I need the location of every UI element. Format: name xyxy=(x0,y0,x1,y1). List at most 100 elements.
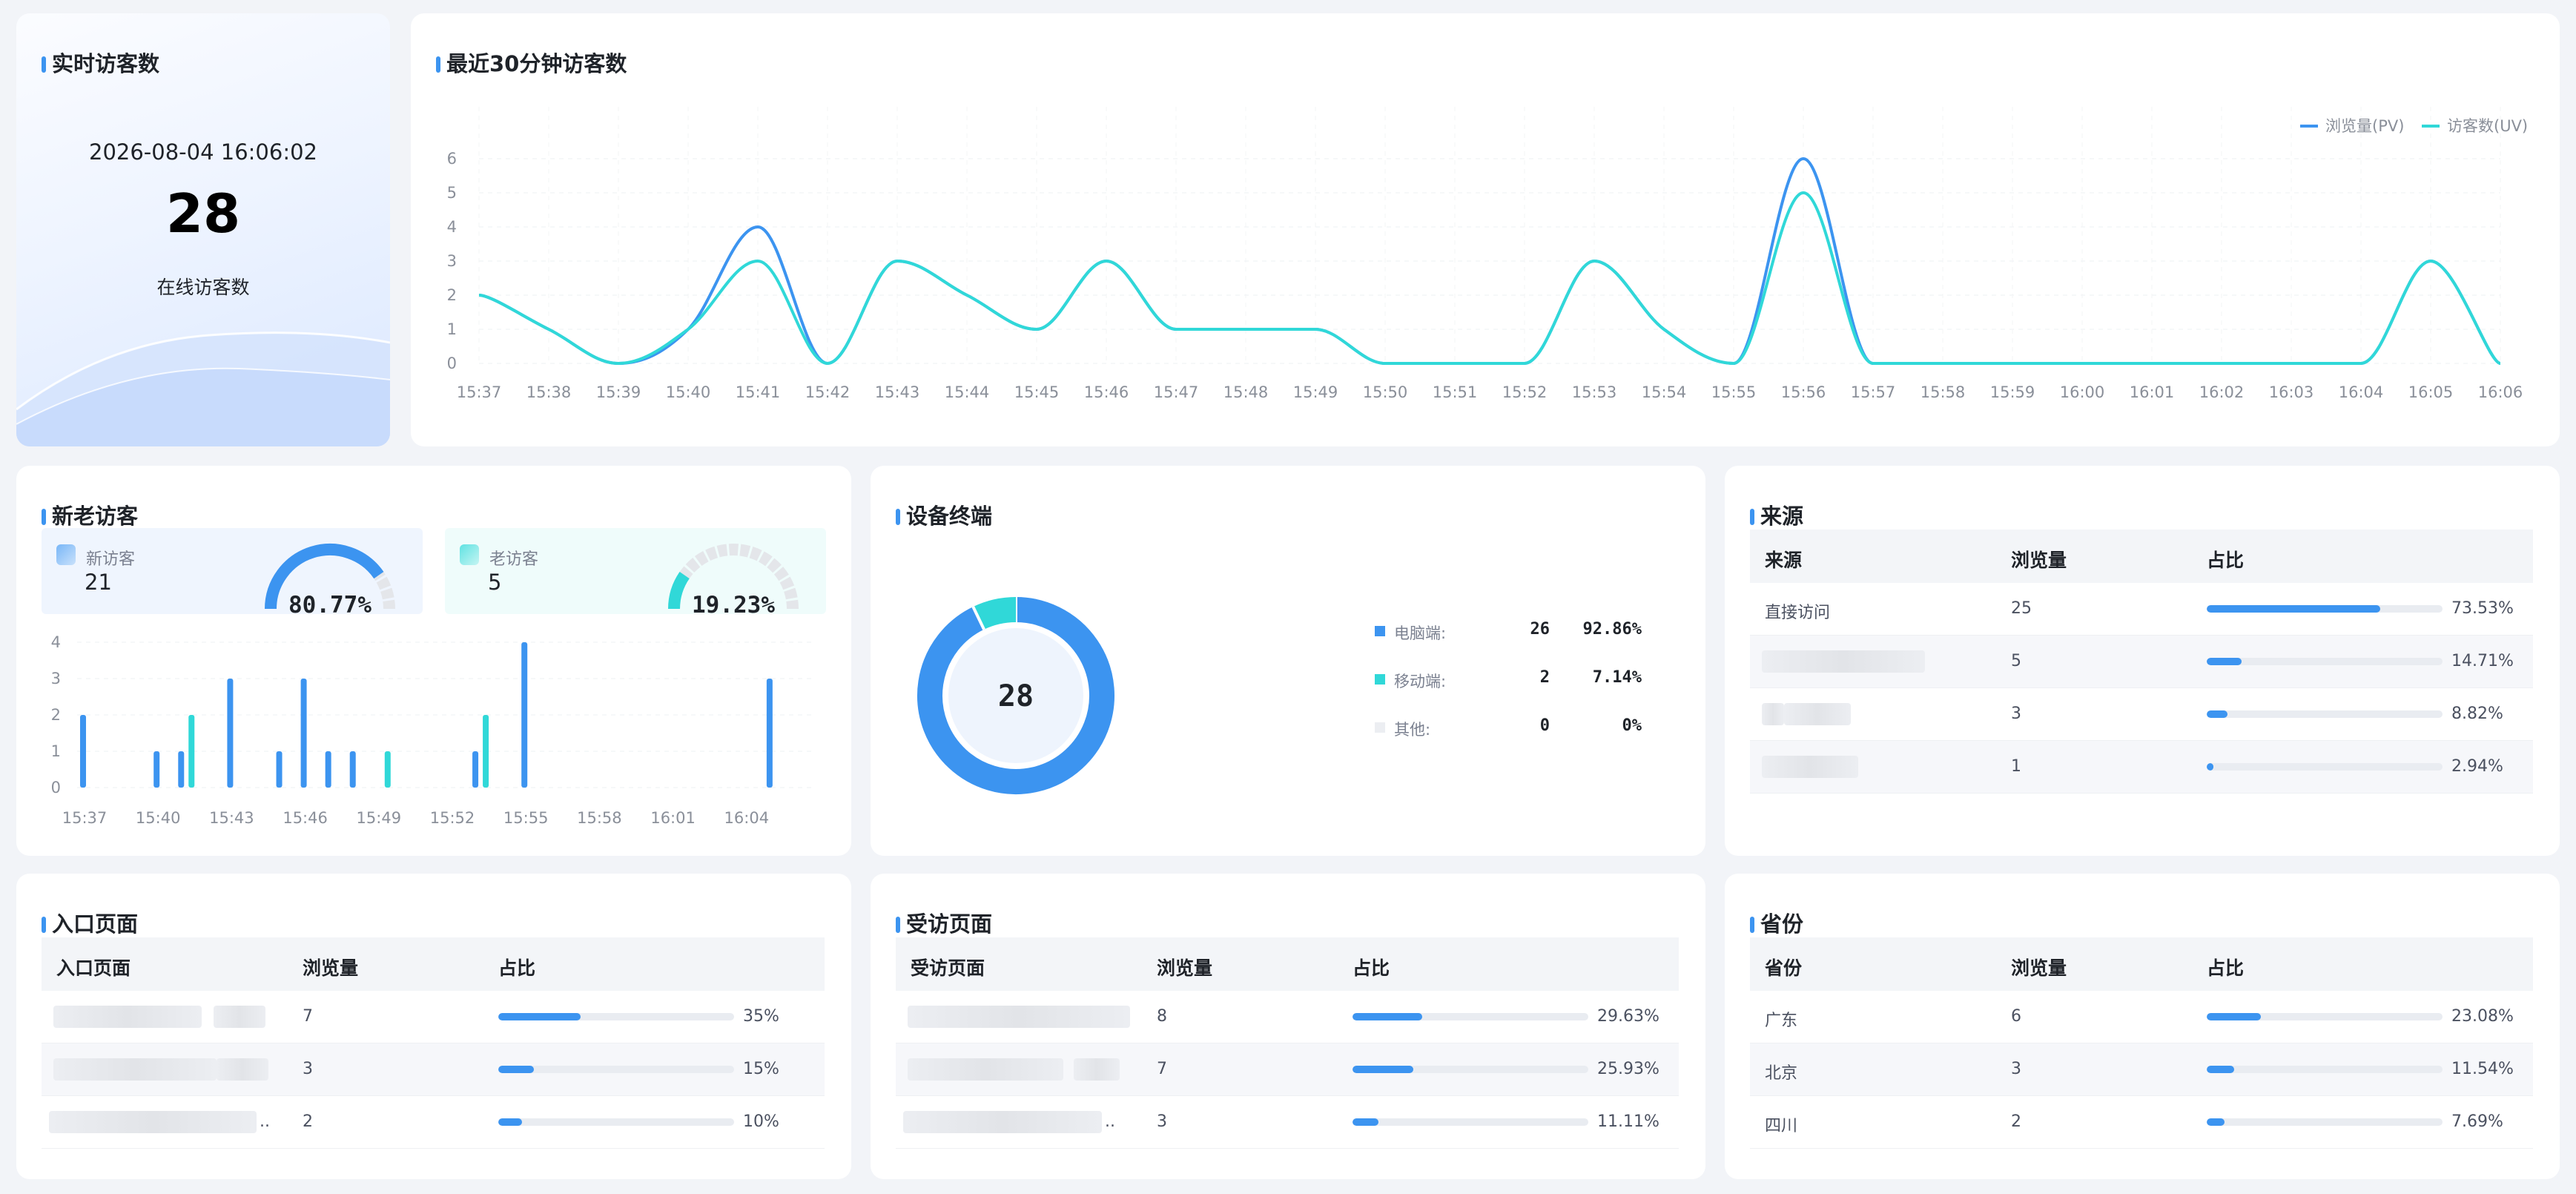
series-line[interactable] xyxy=(478,191,2501,366)
trend-line-chart[interactable]: 0 1 2 3 4 5 6 15:37 15:38 15:39 15:40 15:41 15:42 15:… xyxy=(411,13,2560,446)
ratio-bar xyxy=(1353,1013,1588,1020)
redacted-text xyxy=(53,1058,217,1081)
visited-table: 受访页面 浏览量 占比 8 29.63% 7 25.93%.. 3 11.11% xyxy=(896,937,1679,1149)
redacted-text xyxy=(1762,756,1858,778)
column-header[interactable]: 浏览量 xyxy=(2011,546,2067,573)
source-table: 来源 浏览量 占比直接访问 25 73.53% 5 14.71% 3 8.82% 1 2.94% xyxy=(1750,530,2533,794)
x-tick-label: 15:45 xyxy=(1014,383,1060,401)
x-tick-label: 15:37 xyxy=(62,809,108,827)
bar[interactable] xyxy=(384,751,391,788)
x-tick-label: 15:58 xyxy=(1921,383,1966,401)
ratio-bar xyxy=(1353,1118,1588,1126)
bar[interactable] xyxy=(300,679,307,788)
x-tick-label: 15:40 xyxy=(136,809,181,827)
bar[interactable] xyxy=(276,751,283,788)
new-old-visitors-card: 新老访客 新访客 21 80.77% 老访客 5 19.23% 0 1 2 3 4 15:… xyxy=(16,466,851,856)
ratio-bar xyxy=(2207,1013,2443,1020)
device-legend-row[interactable]: 移动端: 2 7.14% xyxy=(1375,668,1642,690)
row-name: 广东 xyxy=(1765,1012,1798,1030)
device-legend-row[interactable]: 其他: 0 0% xyxy=(1375,716,1642,739)
table-row[interactable]: 8 29.63% xyxy=(896,991,1679,1043)
column-header[interactable]: 受访页面 xyxy=(911,954,985,980)
x-tick-label: 15:58 xyxy=(577,809,622,827)
column-header[interactable]: 浏览量 xyxy=(303,954,358,980)
table-row[interactable]: 1 2.94% xyxy=(1750,741,2533,794)
legend-label: 浏览量(PV) xyxy=(2325,117,2404,135)
bar[interactable] xyxy=(153,751,160,788)
row-views: 5 xyxy=(2011,652,2021,670)
column-header[interactable]: 入口页面 xyxy=(56,954,131,980)
table-row[interactable]: 7 25.93% xyxy=(896,1043,1679,1096)
bar[interactable] xyxy=(188,715,195,788)
row-name: .. xyxy=(260,1112,270,1131)
source-title: 来源 xyxy=(1750,503,1803,530)
column-header[interactable]: 占比 xyxy=(2207,954,2244,980)
column-header[interactable]: 省份 xyxy=(1765,954,1802,980)
bar[interactable] xyxy=(766,679,773,788)
online-label: 在线访客数 xyxy=(156,277,250,298)
row-views: 3 xyxy=(2011,705,2021,723)
device-percent: 0% xyxy=(1622,716,1642,735)
bar[interactable] xyxy=(178,751,185,788)
redacted-text xyxy=(49,1111,257,1133)
x-tick-label: 15:43 xyxy=(875,383,920,401)
table-header: 入口页面 浏览量 占比 xyxy=(42,937,825,991)
column-header[interactable]: 占比 xyxy=(2207,546,2244,573)
device-title: 设备终端 xyxy=(896,503,992,530)
x-tick-label: 15:52 xyxy=(430,809,475,827)
ratio-bar xyxy=(2207,1118,2443,1126)
x-tick-label: 15:46 xyxy=(1084,383,1129,401)
row-percent: 2.94% xyxy=(2451,757,2503,776)
y-tick-label: 6 xyxy=(447,150,457,168)
row-views: 6 xyxy=(2011,1007,2021,1026)
table-row[interactable]: 北京 3 11.54% xyxy=(1750,1043,2533,1096)
device-donut-chart[interactable]: 28 xyxy=(905,584,1127,807)
table-row[interactable]: 3 15% xyxy=(42,1043,825,1096)
row-percent: 29.63% xyxy=(1597,1007,1659,1026)
table-row[interactable]: 3 8.82% xyxy=(1750,688,2533,741)
table-row[interactable]: 7 35% xyxy=(42,991,825,1043)
bar[interactable] xyxy=(483,715,489,788)
ratio-bar xyxy=(498,1118,734,1126)
x-tick-label: 15:39 xyxy=(596,383,641,401)
ratio-bar-fill xyxy=(1353,1013,1423,1020)
ratio-bar-fill xyxy=(498,1066,534,1073)
device-card: 设备终端 28 电脑端: 26 92.86% 移动端: 2 7.14% 其他: 0 0% xyxy=(871,466,1705,856)
table-row[interactable]: .. 3 11.11% xyxy=(896,1096,1679,1149)
table-row[interactable]: 四川 2 7.69% xyxy=(1750,1096,2533,1149)
table-row[interactable]: .. 2 10% xyxy=(42,1096,825,1149)
redacted-text xyxy=(217,1058,268,1081)
device-legend-row[interactable]: 电脑端: 26 92.86% xyxy=(1375,620,1642,642)
column-header[interactable]: 占比 xyxy=(1353,954,1390,980)
legend-dot xyxy=(1375,626,1385,636)
bar[interactable] xyxy=(472,751,479,788)
y-tick-label: 5 xyxy=(447,184,457,202)
x-tick-label: 16:05 xyxy=(2408,383,2454,401)
bar[interactable] xyxy=(80,715,86,788)
table-row[interactable]: 广东 6 23.08% xyxy=(1750,991,2533,1043)
ratio-bar-fill xyxy=(2207,1066,2234,1073)
x-tick-label: 15:57 xyxy=(1851,383,1896,401)
x-tick-label: 15:37 xyxy=(457,383,502,401)
device-count: 26 xyxy=(1530,620,1550,639)
column-header[interactable]: 占比 xyxy=(498,954,535,980)
x-tick-label: 15:43 xyxy=(209,809,254,827)
device-count: 2 xyxy=(1539,668,1550,687)
bar[interactable] xyxy=(349,751,356,788)
column-header[interactable]: 来源 xyxy=(1765,546,1802,573)
x-tick-label: 15:38 xyxy=(526,383,572,401)
donut-slice[interactable] xyxy=(973,597,1017,630)
column-header[interactable]: 浏览量 xyxy=(2011,954,2067,980)
visited-page-card: 受访页面 受访页面 浏览量 占比 8 29.63% 7 25.93%.. 3 11.11% xyxy=(871,874,1705,1179)
y-tick-label: 1 xyxy=(447,320,457,338)
x-tick-label: 15:53 xyxy=(1572,383,1617,401)
row-percent: 73.53% xyxy=(2451,599,2514,618)
table-row[interactable]: 5 14.71% xyxy=(1750,636,2533,688)
device-name: 其他: xyxy=(1394,721,1431,739)
bar[interactable] xyxy=(325,751,331,788)
bar[interactable] xyxy=(227,679,234,788)
table-row[interactable]: 直接访问 25 73.53% xyxy=(1750,583,2533,636)
bar[interactable] xyxy=(521,642,528,788)
column-header[interactable]: 浏览量 xyxy=(1157,954,1212,980)
new-old-bar-chart[interactable]: 0 1 2 3 4 15:37 15:40 15:43 15:46 15:49 15:52 15:55… xyxy=(16,466,851,856)
